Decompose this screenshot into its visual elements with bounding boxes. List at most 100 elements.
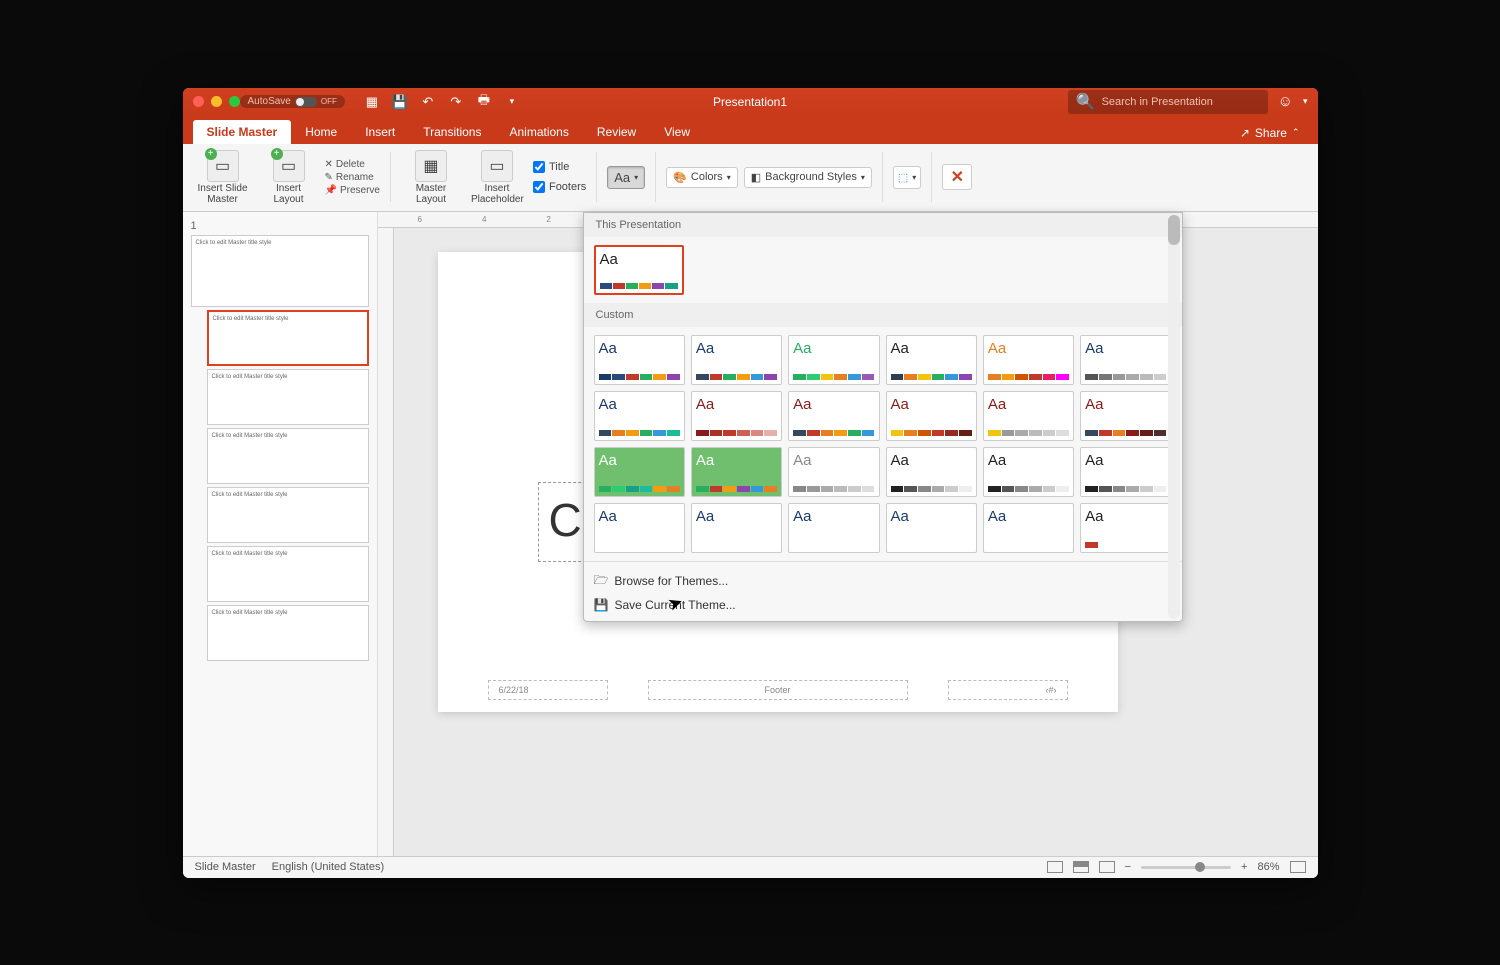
theme-swatch[interactable]: Aa [594,245,684,295]
theme-swatch[interactable]: Aa [788,335,879,385]
preserve-icon: 📌 [325,185,337,196]
theme-swatch[interactable]: Aa [594,503,685,553]
autosave-toggle[interactable]: AutoSave OFF [240,95,345,108]
footer-date-placeholder[interactable]: 6/22/18 [488,680,608,700]
theme-swatch[interactable]: Aa [886,503,977,553]
close-master-button[interactable]: ✕ [942,164,972,190]
zoom-out-button[interactable]: − [1125,861,1131,873]
fit-to-window-button[interactable] [1290,861,1306,873]
tab-home[interactable]: Home [291,120,351,144]
insert-slide-master-button[interactable]: +▭ Insert Slide Master [193,150,253,205]
title-checkbox[interactable]: Title [533,161,586,173]
theme-swatch[interactable]: Aa [788,391,879,441]
theme-swatch[interactable]: Aa [691,447,782,497]
autosave-state: OFF [321,97,337,106]
theme-swatch[interactable]: Aa [983,335,1074,385]
insert-placeholder-button[interactable]: ▭ Insert Placeholder [467,150,527,205]
colors-dropdown-button[interactable]: 🎨Colors▾ [666,167,738,188]
rename-button[interactable]: ✎Rename [325,172,380,183]
normal-view-button[interactable] [1047,861,1063,873]
feedback-icon[interactable]: ☺ [1278,93,1293,110]
share-button[interactable]: ↗ Share ⌃ [1232,122,1308,144]
qat-dropdown-icon[interactable]: ▾ [503,93,521,111]
theme-swatch[interactable]: Aa [886,447,977,497]
slide-thumbnails-panel[interactable]: 1 Click to edit Master title styleClick … [183,212,378,856]
themes-section-this-presentation: This Presentation [584,213,1182,237]
undo-icon[interactable]: ↶ [419,93,437,111]
theme-swatch[interactable]: Aa [788,447,879,497]
search-box[interactable]: 🔍 [1068,90,1268,114]
theme-swatch[interactable]: Aa [983,503,1074,553]
insert-layout-button[interactable]: +▭ Insert Layout [259,150,319,205]
theme-swatch[interactable]: Aa [788,503,879,553]
theme-swatch[interactable]: Aa [886,335,977,385]
quick-access-toolbar: ▦ 💾 ↶ ↷ 🖶 ▾ [363,93,521,111]
master-thumbnail[interactable]: Click to edit Master title style [191,235,369,307]
share-label: Share [1255,126,1287,140]
tab-animations[interactable]: Animations [495,120,582,144]
master-layout-button[interactable]: ▦ Master Layout [401,150,461,205]
themes-scrollbar[interactable] [1168,215,1180,619]
delete-button[interactable]: ✕Delete [325,159,380,170]
layout-thumbnail[interactable]: Click to edit Master title style [207,546,369,602]
layout-thumbnail[interactable]: Click to edit Master title style [207,487,369,543]
ribbon-tabs: Slide Master Home Insert Transitions Ani… [183,116,1318,144]
maximize-window-button[interactable] [229,96,240,107]
theme-swatch[interactable]: Aa [691,503,782,553]
status-view-label: Slide Master [195,861,256,873]
theme-swatch[interactable]: Aa [594,335,685,385]
theme-swatch[interactable]: Aa [886,391,977,441]
slide-size-icon: ⬚ [898,171,908,184]
zoom-slider[interactable] [1141,866,1231,869]
vertical-ruler [378,228,394,856]
background-styles-button[interactable]: ◧Background Styles▾ [744,167,872,188]
tab-view[interactable]: View [650,120,704,144]
titlebar: AutoSave OFF ▦ 💾 ↶ ↷ 🖶 ▾ Presentation1 🔍… [183,88,1318,116]
status-language[interactable]: English (United States) [272,861,385,873]
home-icon[interactable]: ▦ [363,93,381,111]
footer-center-placeholder[interactable]: Footer [648,680,908,700]
theme-swatch[interactable]: Aa [1080,447,1171,497]
tab-slide-master[interactable]: Slide Master [193,120,292,144]
feedback-dropdown-icon[interactable]: ▾ [1303,96,1308,107]
colors-icon: 🎨 [673,171,687,184]
layout-thumbnail[interactable]: Click to edit Master title style [207,605,369,661]
theme-swatch[interactable]: Aa [1080,503,1171,553]
theme-swatch[interactable]: Aa [594,391,685,441]
layout-thumbnail[interactable]: Click to edit Master title style [207,310,369,366]
save-icon[interactable]: 💾 [391,93,409,111]
themes-dropdown-button[interactable]: Aa▾ [607,166,645,189]
redo-icon[interactable]: ↷ [447,93,465,111]
theme-swatch[interactable]: Aa [691,335,782,385]
theme-swatch[interactable]: Aa [983,391,1074,441]
tab-insert[interactable]: Insert [351,120,409,144]
tab-transitions[interactable]: Transitions [409,120,495,144]
save-icon: 💾 [594,598,609,612]
print-icon[interactable]: 🖶 [475,93,493,111]
theme-swatch[interactable]: Aa [594,447,685,497]
browse-themes-button[interactable]: 🗁Browse for Themes... [594,568,1172,595]
layout-thumbnail[interactable]: Click to edit Master title style [207,369,369,425]
zoom-in-button[interactable]: + [1241,861,1247,873]
share-icon: ↗ [1240,126,1250,140]
close-window-button[interactable] [193,96,204,107]
theme-swatch[interactable]: Aa [691,391,782,441]
theme-swatch[interactable]: Aa [1080,335,1171,385]
sorter-view-button[interactable] [1073,861,1089,873]
minimize-window-button[interactable] [211,96,222,107]
preserve-button[interactable]: 📌Preserve [325,185,380,196]
theme-swatch[interactable]: Aa [983,447,1074,497]
app-window: AutoSave OFF ▦ 💾 ↶ ↷ 🖶 ▾ Presentation1 🔍… [183,88,1318,878]
footer-number-placeholder[interactable]: ‹#› [948,680,1068,700]
delete-icon: ✕ [325,159,333,170]
search-input[interactable] [1102,96,1260,108]
ribbon-collapse-icon[interactable]: ⌃ [1292,127,1300,138]
slide-size-button[interactable]: ⬚▾ [893,166,921,189]
layout-thumbnail[interactable]: Click to edit Master title style [207,428,369,484]
theme-swatch[interactable]: Aa [1080,391,1171,441]
tab-review[interactable]: Review [583,120,650,144]
zoom-level[interactable]: 86% [1257,861,1279,873]
autosave-switch[interactable] [295,97,317,107]
reading-view-button[interactable] [1099,861,1115,873]
footers-checkbox[interactable]: Footers [533,181,586,193]
